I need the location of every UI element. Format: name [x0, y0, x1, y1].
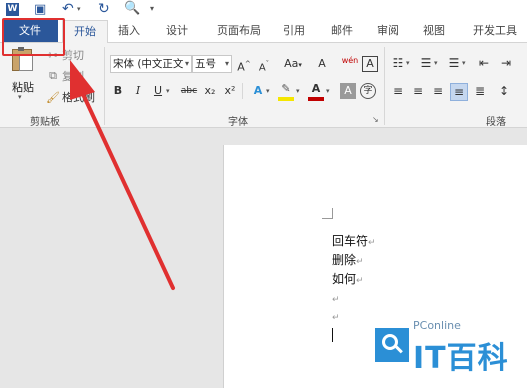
pconline-logo-icon: [375, 328, 409, 362]
watermark-title: IT百科: [413, 341, 509, 376]
watermark-brand: PConline: [413, 319, 461, 332]
